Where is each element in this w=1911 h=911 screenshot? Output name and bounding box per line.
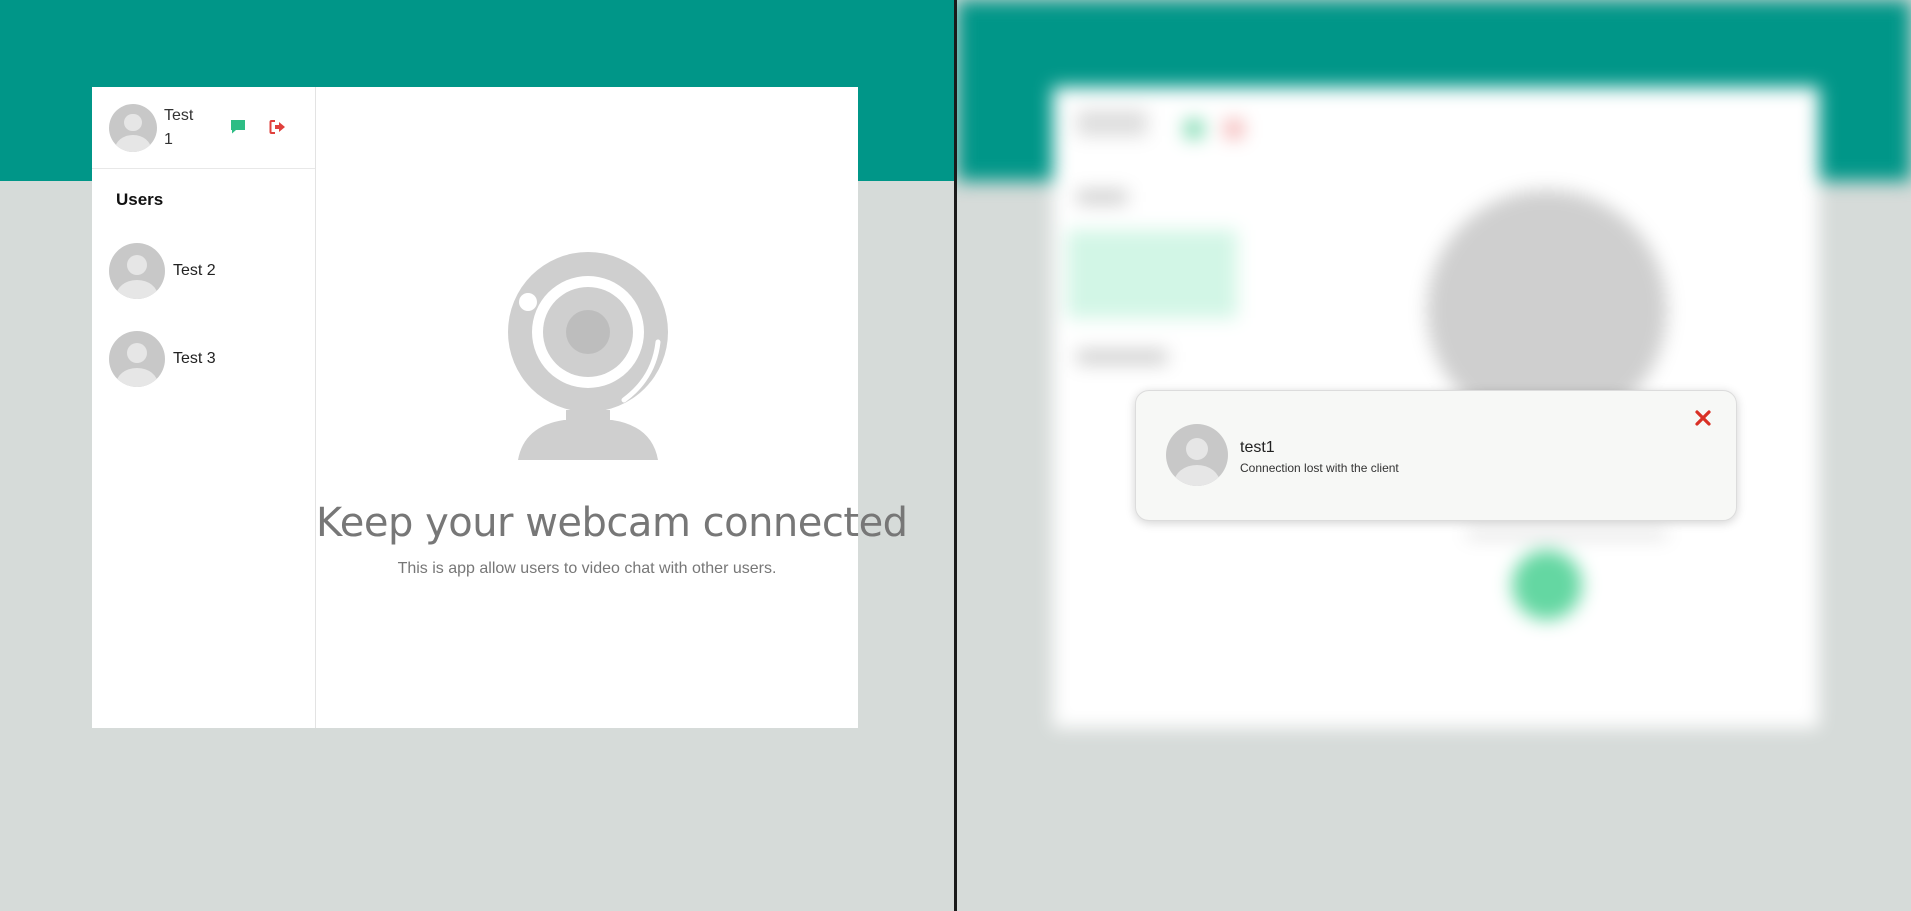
chat-app: Test 1 Users Test 2 Test 3 Keep your web… <box>92 87 908 728</box>
notification-avatar <box>1166 424 1228 486</box>
close-icon[interactable] <box>1692 407 1714 429</box>
empty-state-subtitle: This is app allow users to video chat wi… <box>397 560 777 577</box>
sign-out-icon[interactable] <box>269 118 287 136</box>
user-name: Test 2 <box>173 262 216 279</box>
empty-state-title: Keep your webcam connected <box>316 500 908 546</box>
notification-user: test1 <box>1240 439 1275 456</box>
current-user-avatar <box>109 103 157 152</box>
main-panel: Keep your webcam connected This is app a… <box>316 87 908 728</box>
user-list-item[interactable]: Test 2 <box>92 227 315 315</box>
notification-message: Connection lost with the client <box>1240 461 1399 475</box>
user-avatar <box>109 243 165 299</box>
user-list-item[interactable]: Test 3 <box>92 315 315 403</box>
current-user-name: Test 1 <box>164 106 194 148</box>
left-window: Test 1 Users Test 2 Test 3 Keep your web… <box>0 0 954 911</box>
user-avatar <box>109 331 165 387</box>
sidebar: Test 1 Users Test 2 Test 3 <box>92 87 316 728</box>
user-name: Test 3 <box>173 350 216 367</box>
notification-toast: test1 Connection lost with the client <box>1135 390 1737 521</box>
right-window: test1 Connection lost with the client <box>957 0 1911 911</box>
chat-bubble-icon[interactable] <box>229 118 247 136</box>
webcam-icon <box>508 252 668 460</box>
current-user-profile: Test 1 <box>92 87 315 169</box>
users-heading: Users <box>116 190 164 209</box>
profile-actions <box>229 118 287 136</box>
